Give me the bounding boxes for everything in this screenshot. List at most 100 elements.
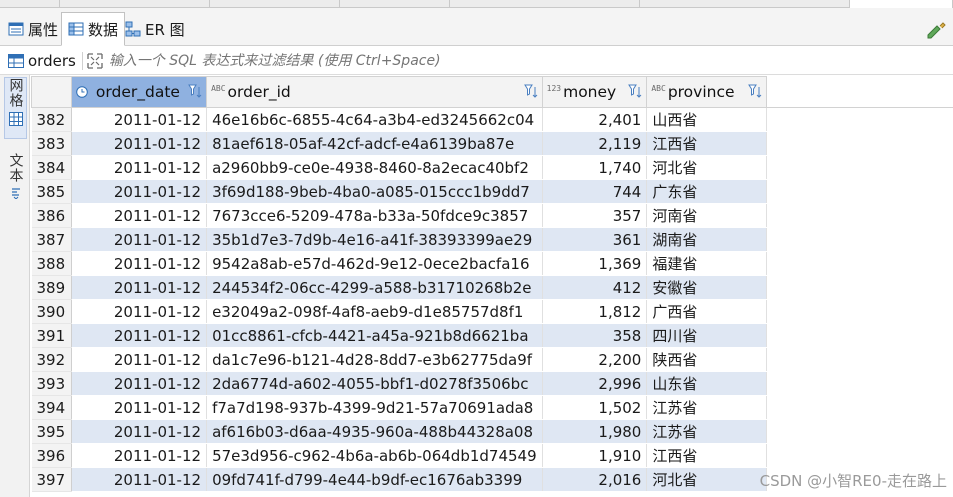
column-header-money[interactable]: 123 money: [541, 76, 648, 108]
row-number[interactable]: 388: [31, 251, 73, 276]
tab-properties[interactable]: 属性: [2, 12, 64, 46]
cell-order-id[interactable]: da1c7e96-b121-4d28-8dd7-e3b62775da9f: [206, 347, 543, 372]
row-number[interactable]: 392: [31, 347, 73, 372]
table-row[interactable]: 384 2011-01-12 a2960bb9-ce0e-4938-8460-8a2…: [31, 155, 953, 180]
cell-order-id[interactable]: 46e16b6c-6855-4c64-a3b4-ed3245662c04: [206, 107, 543, 132]
table-row[interactable]: 391 2011-01-12 01cc8861-cfcb-4421-a45a-921…: [31, 323, 953, 348]
row-number[interactable]: 394: [31, 395, 73, 420]
cell-order-id[interactable]: a2960bb9-ce0e-4938-8460-8a2ecac40bf2: [206, 155, 543, 180]
cell-money[interactable]: 1,812: [542, 299, 648, 324]
cell-order-id[interactable]: 81aef618-05af-42cf-adcf-e4a6139ba87e: [206, 131, 543, 156]
cell-province[interactable]: 河北省: [646, 155, 768, 180]
cell-money[interactable]: 744: [542, 179, 648, 204]
cell-money[interactable]: 1,910: [542, 443, 648, 468]
row-number[interactable]: 396: [31, 443, 73, 468]
editor-tab[interactable]: [210, 0, 340, 8]
table-row[interactable]: 389 2011-01-12 244534f2-06cc-4299-a588-b31…: [31, 275, 953, 300]
sort-filter-icon[interactable]: [523, 84, 538, 99]
cell-order-id[interactable]: e32049a2-098f-4af8-aeb9-d1e85757d8f1: [206, 299, 543, 324]
cell-order-id[interactable]: f7a7d198-937b-4399-9d21-57a70691ada8: [206, 395, 543, 420]
tab-er-diagram[interactable]: ER 图: [119, 12, 191, 46]
cell-money[interactable]: 361: [542, 227, 648, 252]
row-number[interactable]: 397: [31, 467, 73, 492]
table-row[interactable]: 394 2011-01-12 f7a7d198-937b-4399-9d21-57a…: [31, 395, 953, 420]
cell-province[interactable]: 陕西省: [646, 347, 768, 372]
text-view-button[interactable]: 文本: [4, 153, 27, 211]
cell-order-date[interactable]: 2011-01-12: [71, 419, 208, 444]
cell-order-id[interactable]: 244534f2-06cc-4299-a588-b31710268b2e: [206, 275, 543, 300]
cell-money[interactable]: 412: [542, 275, 648, 300]
cell-order-date[interactable]: 2011-01-12: [71, 227, 208, 252]
sort-filter-icon[interactable]: [628, 84, 642, 99]
table-row[interactable]: 390 2011-01-12 e32049a2-098f-4af8-aeb9-d1e…: [31, 299, 953, 324]
cell-money[interactable]: 1,369: [542, 251, 648, 276]
editor-tab[interactable]: [0, 0, 60, 8]
cell-money[interactable]: 357: [542, 203, 648, 228]
cell-order-id[interactable]: 9542a8ab-e57d-462d-9e12-0ece2bacfa16: [206, 251, 543, 276]
cell-order-date[interactable]: 2011-01-12: [71, 443, 208, 468]
cell-order-date[interactable]: 2011-01-12: [71, 371, 208, 396]
cell-order-date[interactable]: 2011-01-12: [71, 323, 208, 348]
cell-province[interactable]: 广西省: [646, 299, 768, 324]
cell-province[interactable]: 山西省: [646, 107, 768, 132]
sort-filter-icon[interactable]: [748, 84, 762, 99]
cell-money[interactable]: 2,401: [542, 107, 648, 132]
cell-order-id[interactable]: 09fd741f-d799-4e44-b9df-ec1676ab3399: [206, 467, 543, 492]
row-number[interactable]: 385: [31, 179, 73, 204]
row-number[interactable]: 387: [31, 227, 73, 252]
cell-province[interactable]: 河北省: [646, 467, 768, 492]
row-number[interactable]: 395: [31, 419, 73, 444]
table-row[interactable]: 385 2011-01-12 3f69d188-9beb-4ba0-a085-015…: [31, 179, 953, 204]
cell-money[interactable]: 2,996: [542, 371, 648, 396]
cell-province[interactable]: 江西省: [646, 131, 768, 156]
column-header-order-id[interactable]: ABC order_id: [206, 76, 543, 108]
cell-order-id[interactable]: af616b03-d6aa-4935-960a-488b44328a08: [206, 419, 543, 444]
cell-order-date[interactable]: 2011-01-12: [71, 275, 208, 300]
cell-province[interactable]: 江苏省: [646, 395, 768, 420]
editor-tab[interactable]: [60, 0, 210, 8]
table-row[interactable]: 395 2011-01-12 af616b03-d6aa-4935-960a-488…: [31, 419, 953, 444]
cell-order-id[interactable]: 35b1d7e3-7d9b-4e16-a41f-38393399ae29: [206, 227, 543, 252]
column-header-province[interactable]: ABC province: [646, 76, 768, 108]
cell-money[interactable]: 2,016: [542, 467, 648, 492]
cell-order-date[interactable]: 2011-01-12: [71, 467, 208, 492]
sort-filter-icon[interactable]: [188, 84, 202, 99]
editor-tab[interactable]: [340, 0, 450, 8]
cell-order-id[interactable]: 3f69d188-9beb-4ba0-a085-015ccc1b9dd7: [206, 179, 543, 204]
cell-order-date[interactable]: 2011-01-12: [71, 299, 208, 324]
editor-tab[interactable]: [640, 0, 850, 8]
grid-view-button[interactable]: 网格: [4, 77, 27, 139]
cell-money[interactable]: 2,200: [542, 347, 648, 372]
row-number[interactable]: 386: [31, 203, 73, 228]
cell-province[interactable]: 湖南省: [646, 227, 768, 252]
row-number[interactable]: 389: [31, 275, 73, 300]
cell-order-date[interactable]: 2011-01-12: [71, 203, 208, 228]
cell-order-date[interactable]: 2011-01-12: [71, 395, 208, 420]
cell-province[interactable]: 江苏省: [646, 419, 768, 444]
cell-province[interactable]: 山东省: [646, 371, 768, 396]
cell-province[interactable]: 安徽省: [646, 275, 768, 300]
table-row[interactable]: 387 2011-01-12 35b1d7e3-7d9b-4e16-a41f-383…: [31, 227, 953, 252]
filter-input[interactable]: [108, 52, 809, 69]
row-number[interactable]: 384: [31, 155, 73, 180]
cell-order-date[interactable]: 2011-01-12: [71, 131, 208, 156]
editor-tab[interactable]: [450, 0, 640, 8]
cell-money[interactable]: 2,119: [542, 131, 648, 156]
row-number-header[interactable]: [30, 76, 73, 108]
cell-order-id[interactable]: 01cc8861-cfcb-4421-a45a-921b8d6621ba: [206, 323, 543, 348]
row-number[interactable]: 390: [31, 299, 73, 324]
cell-province[interactable]: 广东省: [646, 179, 768, 204]
cell-order-date[interactable]: 2011-01-12: [71, 107, 208, 132]
cell-order-date[interactable]: 2011-01-12: [71, 347, 208, 372]
cell-money[interactable]: 1,980: [542, 419, 648, 444]
cell-money[interactable]: 1,740: [542, 155, 648, 180]
cell-province[interactable]: 福建省: [646, 251, 768, 276]
cell-province[interactable]: 河南省: [646, 203, 768, 228]
table-row[interactable]: 392 2011-01-12 da1c7e96-b121-4d28-8dd7-e3b…: [31, 347, 953, 372]
row-number[interactable]: 393: [31, 371, 73, 396]
table-row[interactable]: 386 2011-01-12 7673cce6-5209-478a-b33a-50f…: [31, 203, 953, 228]
cell-money[interactable]: 1,502: [542, 395, 648, 420]
cell-order-date[interactable]: 2011-01-12: [71, 179, 208, 204]
cell-province[interactable]: 江西省: [646, 443, 768, 468]
expand-filter-icon[interactable]: [87, 52, 103, 69]
